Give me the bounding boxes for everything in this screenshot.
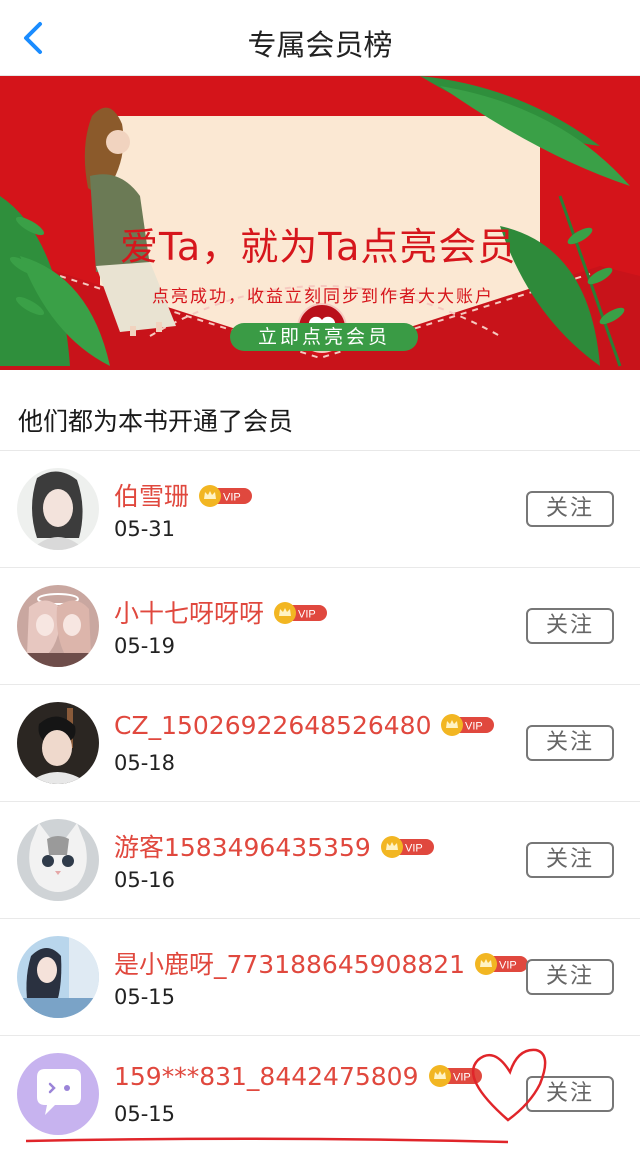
member-name[interactable]: 游客1583496435359 VIP	[114, 828, 435, 864]
member-date: 05-16	[114, 868, 176, 892]
member-date: 05-15	[114, 985, 176, 1009]
member-date: 05-19	[114, 634, 176, 658]
list-item[interactable]: 小十七呀呀呀 VIP 05-19 关注	[0, 568, 640, 685]
vip-label: VIP	[223, 492, 241, 504]
chat-bubble-icon	[17, 1053, 99, 1135]
avatar[interactable]	[17, 468, 99, 550]
member-name[interactable]: 159***831_8442475809 VIP	[114, 1062, 483, 1091]
list-item[interactable]: 伯雪珊 VIP 05-31 关注	[0, 451, 640, 568]
vip-badge: VIP	[199, 484, 253, 507]
follow-button[interactable]: 关注	[526, 1076, 614, 1112]
member-name[interactable]: 小十七呀呀呀 VIP	[114, 594, 328, 630]
follow-label: 关注	[545, 496, 594, 521]
member-date: 05-18	[114, 751, 176, 775]
vip-badge: VIP	[380, 835, 435, 858]
light-up-membership-button[interactable]: 立即点亮会员	[230, 323, 418, 351]
page-title: 专属会员榜	[247, 28, 393, 62]
nav-bar: 专属会员榜	[0, 0, 640, 76]
vip-label: VIP	[499, 960, 517, 972]
follow-button[interactable]: 关注	[526, 491, 614, 527]
vip-label: VIP	[298, 609, 316, 621]
member-date: 05-31	[114, 517, 176, 541]
list-item[interactable]: 游客1583496435359 VIP 05-16 关注	[0, 802, 640, 919]
section-title: 他们都为本书开通了会员	[18, 407, 294, 436]
banner-headline: 爱Ta，就为Ta点亮会员	[120, 225, 517, 269]
vip-badge: VIP	[428, 1064, 483, 1087]
vip-badge: VIP	[475, 952, 529, 975]
member-name[interactable]: CZ_15026922648526480 VIP	[114, 711, 495, 740]
list-item[interactable]: 159***831_8442475809 VIP 05-15 关注	[0, 1036, 640, 1151]
follow-label: 关注	[545, 964, 594, 989]
banner-subtitle: 点亮成功，收益立刻同步到作者大大账户	[152, 287, 494, 307]
member-name-text: CZ_15026922648526480	[114, 711, 432, 740]
follow-label: 关注	[545, 730, 594, 755]
member-date: 05-15	[114, 1102, 176, 1126]
member-name[interactable]: 是小鹿呀_773188645908821 VIP	[114, 945, 529, 981]
vip-badge: VIP	[441, 713, 495, 736]
member-name-text: 159***831_8442475809	[114, 1062, 419, 1091]
list-item[interactable]: CZ_15026922648526480 VIP 05-18 关注	[0, 685, 640, 802]
vip-label: VIP	[405, 843, 423, 855]
promo-banner[interactable]: 爱Ta，就为Ta点亮会员 点亮成功，收益立刻同步到作者大大账户 立即点亮会员	[0, 76, 640, 370]
vip-badge: VIP	[274, 601, 328, 624]
follow-button[interactable]: 关注	[526, 842, 614, 878]
avatar[interactable]	[17, 819, 99, 901]
list-item[interactable]: 是小鹿呀_773188645908821 VIP 05-15 关注	[0, 919, 640, 1036]
member-name-text: 小十七呀呀呀	[114, 599, 265, 628]
follow-button[interactable]: 关注	[526, 959, 614, 995]
vip-label: VIP	[465, 721, 483, 733]
follow-label: 关注	[545, 613, 594, 638]
avatar[interactable]	[17, 702, 99, 784]
member-name[interactable]: 伯雪珊 VIP	[114, 477, 253, 513]
member-name-text: 是小鹿呀_773188645908821	[114, 950, 466, 979]
member-list: 伯雪珊 VIP 05-31 关注 小十七呀呀呀 VIP 05-19 关注 CZ_…	[0, 451, 640, 1151]
follow-label: 关注	[545, 1081, 594, 1106]
member-name-text: 游客1583496435359	[114, 833, 371, 862]
avatar[interactable]	[17, 936, 99, 1018]
follow-button[interactable]: 关注	[526, 725, 614, 761]
avatar[interactable]	[17, 585, 99, 667]
member-name-text: 伯雪珊	[114, 482, 190, 511]
follow-button[interactable]: 关注	[526, 608, 614, 644]
follow-label: 关注	[545, 847, 594, 872]
vip-label: VIP	[453, 1072, 471, 1084]
avatar[interactable]	[17, 1053, 99, 1135]
